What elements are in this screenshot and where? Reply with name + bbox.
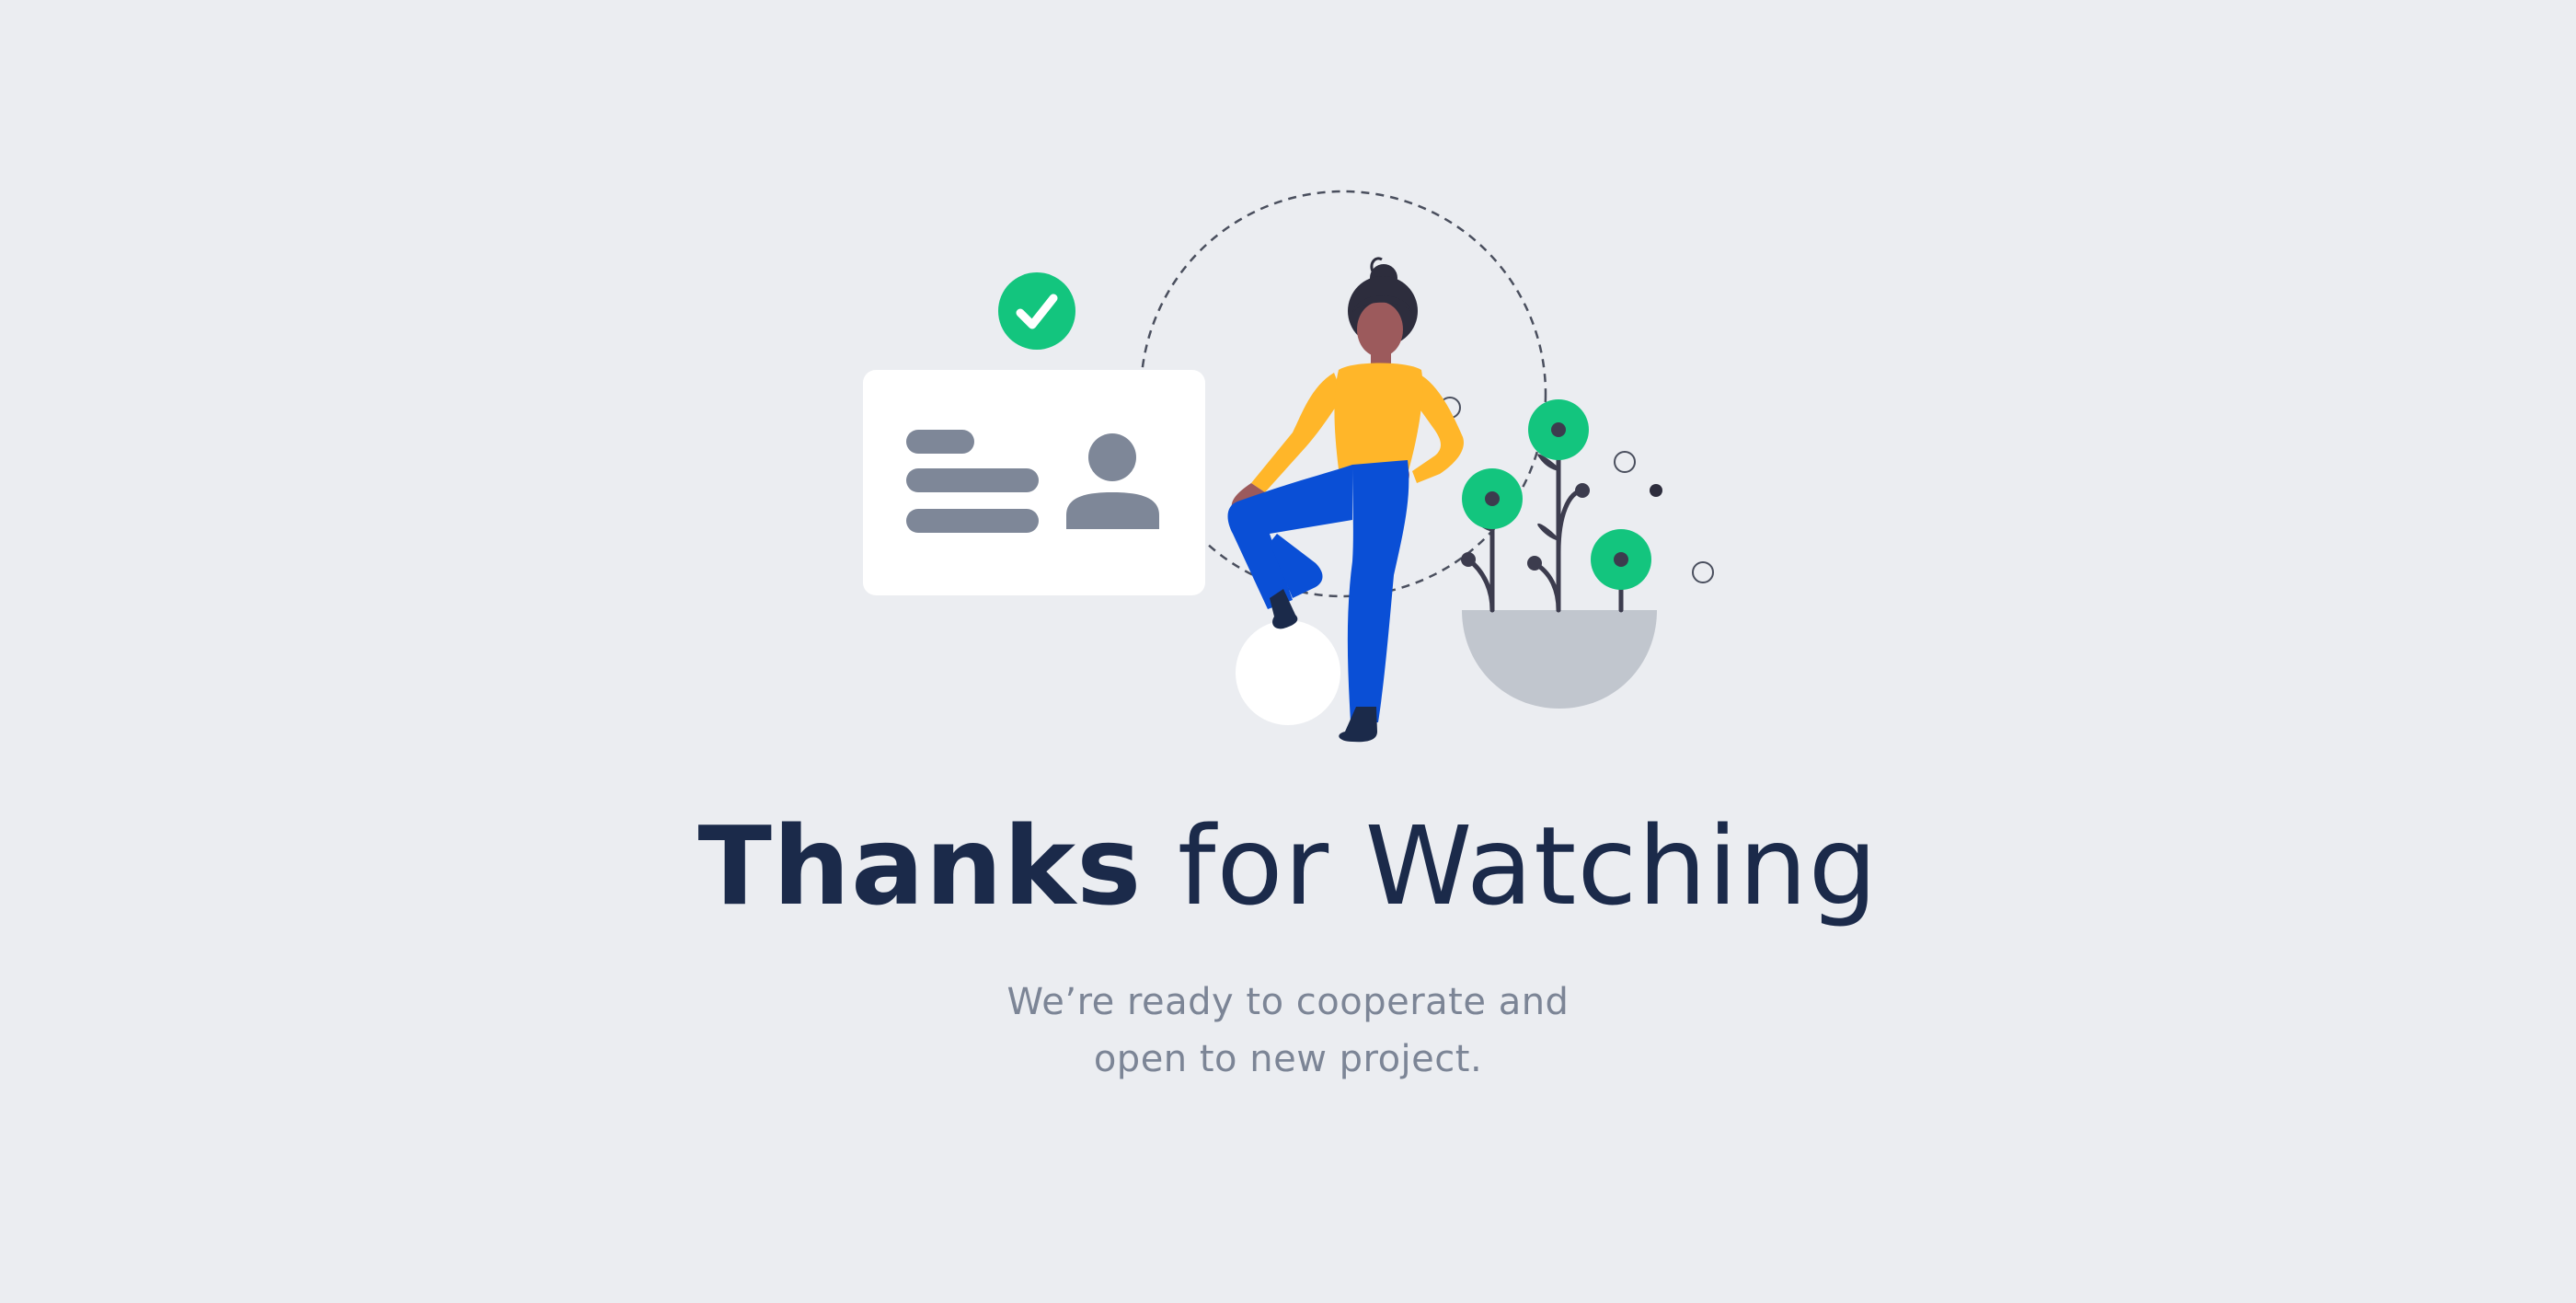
page-title-bold: Thanks	[697, 802, 1143, 929]
decorative-dot	[1650, 484, 1662, 497]
white-ball	[1236, 620, 1340, 725]
page-subtitle: We’re ready to cooperate and open to new…	[0, 974, 2576, 1088]
hero-illustration	[863, 190, 1714, 743]
page-title-rest: for Watching	[1177, 802, 1879, 929]
profile-card	[863, 370, 1205, 595]
decorative-ring-3	[1692, 561, 1714, 583]
subtitle-line-2: open to new project.	[1093, 1038, 1483, 1080]
check-badge-icon	[998, 272, 1075, 350]
page-title: Thanks for Watching	[0, 797, 2576, 935]
plant-pot	[1462, 610, 1657, 709]
subtitle-line-1: We’re ready to cooperate and	[1006, 981, 1570, 1023]
decorative-ring-2	[1614, 451, 1636, 473]
